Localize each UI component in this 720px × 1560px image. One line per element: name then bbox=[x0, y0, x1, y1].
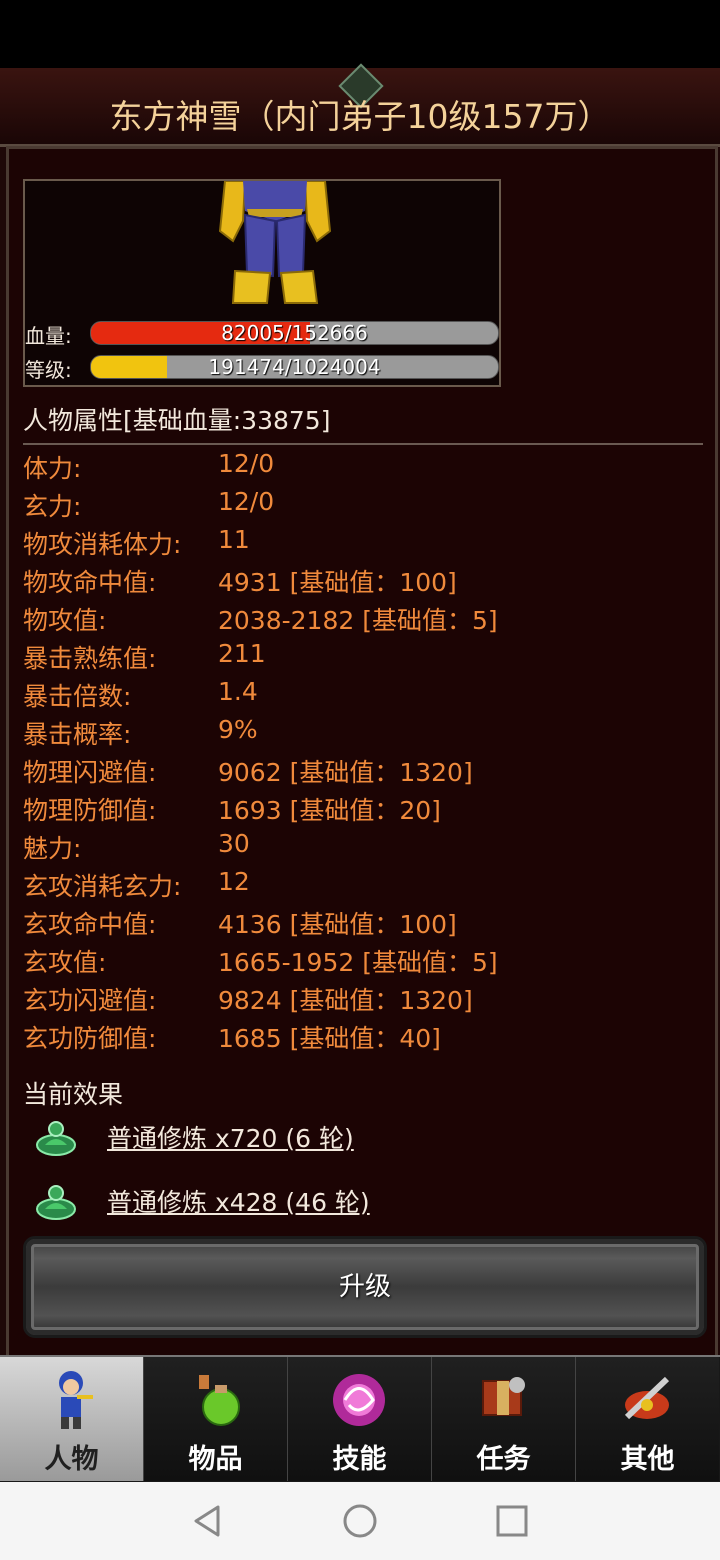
attribute-key: 玄力: bbox=[23, 492, 82, 521]
attribute-key: 玄攻消耗玄力: bbox=[23, 872, 182, 901]
attribute-key: 体力: bbox=[23, 454, 82, 483]
effect-link[interactable]: 普通修炼 x428 (46 轮) bbox=[107, 1183, 370, 1219]
attribute-row: 物理防御值: 1693 [基础值：20] bbox=[23, 791, 703, 829]
attribute-row: 玄攻命中值: 4136 [基础值：100] bbox=[23, 905, 703, 943]
attribute-value: 1.4 bbox=[218, 677, 258, 706]
character-panel: 血量: 82005/152666 等级: 191474/1024004 人物属性… bbox=[6, 146, 718, 1361]
attribute-value: 4931 [基础值：100] bbox=[218, 568, 457, 597]
tab-label: 技能 bbox=[332, 1444, 387, 1475]
attribute-value: 9824 [基础值：1320] bbox=[218, 986, 473, 1015]
bottom-tab-bar: 人物 物品 技能 任务 其他 bbox=[0, 1355, 720, 1483]
hp-value: 82005/152666 bbox=[221, 321, 368, 345]
attribute-row: 物攻值: 2038-2182 [基础值：5] bbox=[23, 601, 703, 639]
tab-skills[interactable]: 技能 bbox=[288, 1357, 432, 1481]
page-title: 东方神雪（内门弟子10级157万） bbox=[109, 97, 611, 136]
attributes-header: 人物属性[基础血量:33875] bbox=[23, 399, 703, 445]
attribute-row: 暴击熟练值: 211 bbox=[23, 639, 703, 677]
attribute-key: 玄功闪避值: bbox=[23, 986, 157, 1015]
system-nav-bar bbox=[0, 1482, 720, 1560]
tab-label: 人物 bbox=[44, 1444, 99, 1475]
attribute-key: 物攻值: bbox=[23, 606, 107, 635]
attribute-row: 物理闪避值: 9062 [基础值：1320] bbox=[23, 753, 703, 791]
hp-bar: 82005/152666 bbox=[90, 321, 499, 345]
tab-quests[interactable]: 任务 bbox=[432, 1357, 576, 1481]
attribute-value: 11 bbox=[218, 525, 250, 554]
attribute-value: 1665-1952 [基础值：5] bbox=[218, 948, 498, 977]
effect-item[interactable]: 普通修炼 x428 (46 轮) bbox=[23, 1173, 623, 1229]
attribute-key: 玄攻命中值: bbox=[23, 910, 157, 939]
attribute-key: 暴击概率: bbox=[23, 720, 132, 749]
attribute-value: 12 bbox=[218, 867, 250, 896]
attribute-row: 玄功闪避值: 9824 [基础值：1320] bbox=[23, 981, 703, 1019]
attribute-row: 玄功防御值: 1685 [基础值：40] bbox=[23, 1019, 703, 1057]
attribute-row: 玄攻消耗玄力: 12 bbox=[23, 867, 703, 905]
attribute-key: 玄攻值: bbox=[23, 948, 107, 977]
tab-label: 其他 bbox=[620, 1444, 675, 1475]
other-icon bbox=[624, 1376, 670, 1420]
attribute-key: 暴击熟练值: bbox=[23, 644, 157, 673]
tab-label: 任务 bbox=[476, 1444, 531, 1475]
skill-orb-icon bbox=[333, 1374, 385, 1426]
quest-icon bbox=[482, 1377, 525, 1416]
attribute-key: 物理闪避值: bbox=[23, 758, 157, 787]
attribute-key: 暴击倍数: bbox=[23, 682, 132, 711]
meditation-icon bbox=[36, 1185, 76, 1220]
attribute-value: 1693 [基础值：20] bbox=[218, 796, 441, 825]
attribute-value: 1685 [基础值：40] bbox=[218, 1024, 441, 1053]
hp-label: 血量: bbox=[25, 324, 72, 348]
recents-icon[interactable] bbox=[492, 1501, 532, 1541]
attribute-row: 玄力: 12/0 bbox=[23, 487, 703, 525]
attribute-key: 物攻消耗体力: bbox=[23, 530, 182, 559]
attribute-row: 暴击倍数: 1.4 bbox=[23, 677, 703, 715]
effect-item[interactable]: 普通修炼 x720 (6 轮) bbox=[23, 1109, 623, 1165]
attribute-row: 体力: 12/0 bbox=[23, 449, 703, 487]
attribute-row: 玄攻值: 1665-1952 [基础值：5] bbox=[23, 943, 703, 981]
attribute-row: 物攻消耗体力: 11 bbox=[23, 525, 703, 563]
attribute-value: 9062 [基础值：1320] bbox=[218, 758, 473, 787]
tab-items[interactable]: 物品 bbox=[144, 1357, 288, 1481]
attribute-value: 12/0 bbox=[218, 449, 275, 478]
game-frame: 东方神雪（内门弟子10级157万） 血量: 82005/152666 等级: 1… bbox=[0, 63, 720, 1361]
attribute-row: 暴击概率: 9% bbox=[23, 715, 703, 753]
status-bar bbox=[0, 0, 720, 68]
title-bar: 东方神雪（内门弟子10级157万） bbox=[0, 63, 720, 147]
attribute-value: 9% bbox=[218, 715, 258, 744]
attribute-key: 物攻命中值: bbox=[23, 568, 157, 597]
attribute-value: 12/0 bbox=[218, 487, 275, 516]
attribute-key: 玄功防御值: bbox=[23, 1024, 157, 1053]
back-icon[interactable] bbox=[188, 1501, 228, 1541]
tab-label: 物品 bbox=[188, 1444, 243, 1475]
potion-icon bbox=[199, 1375, 240, 1426]
exp-value: 191474/1024004 bbox=[208, 355, 381, 379]
exp-bar: 191474/1024004 bbox=[90, 355, 499, 379]
attribute-row: 物攻命中值: 4931 [基础值：100] bbox=[23, 563, 703, 601]
upgrade-button[interactable]: 升级 bbox=[23, 1236, 707, 1338]
attribute-value: 4136 [基础值：100] bbox=[218, 910, 457, 939]
attribute-key: 物理防御值: bbox=[23, 796, 157, 825]
home-icon[interactable] bbox=[340, 1501, 380, 1541]
character-icon bbox=[59, 1371, 93, 1429]
tab-other[interactable]: 其他 bbox=[576, 1357, 719, 1481]
effect-link[interactable]: 普通修炼 x720 (6 轮) bbox=[107, 1119, 354, 1155]
effects-title: 当前效果 bbox=[23, 1080, 124, 1109]
tab-character[interactable]: 人物 bbox=[0, 1357, 144, 1481]
attribute-row: 魅力: 30 bbox=[23, 829, 703, 867]
meditation-icon bbox=[36, 1121, 76, 1156]
upgrade-button-label: 升级 bbox=[338, 1272, 391, 1302]
character-figure-icon bbox=[218, 181, 332, 304]
level-label: 等级: bbox=[25, 358, 72, 382]
attribute-key: 魅力: bbox=[23, 834, 82, 863]
attribute-value: 2038-2182 [基础值：5] bbox=[218, 606, 498, 635]
attribute-value: 211 bbox=[218, 639, 266, 668]
attribute-value: 30 bbox=[218, 829, 250, 858]
character-portrait: 血量: 82005/152666 等级: 191474/1024004 bbox=[23, 179, 501, 387]
